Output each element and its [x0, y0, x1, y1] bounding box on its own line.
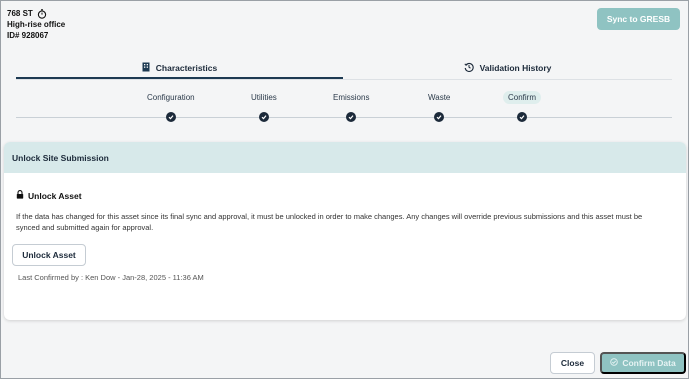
- tab-label: Characteristics: [155, 63, 218, 73]
- step-label: Configuration: [147, 93, 195, 102]
- sync-to-gresb-button[interactable]: Sync to GRESB: [597, 8, 680, 30]
- check-icon: [434, 112, 445, 122]
- asset-type: High-rise office: [7, 20, 66, 29]
- tab-bar: Characteristics Validation History: [16, 57, 672, 81]
- check-icon: [517, 112, 527, 122]
- step-confirm[interactable]: Confirm: [503, 91, 542, 122]
- stopwatch-icon: [37, 8, 47, 19]
- tab-validation-history[interactable]: Validation History: [343, 57, 672, 79]
- tab-label: Validation History: [479, 63, 552, 73]
- close-button[interactable]: Close: [550, 352, 595, 374]
- asset-info: 768 ST High-rise office ID# 928067: [7, 8, 65, 41]
- step-label: Waste: [428, 93, 451, 102]
- building-icon: [142, 62, 150, 74]
- check-icon: [258, 112, 269, 122]
- asset-id: ID# 928067: [7, 31, 49, 40]
- panel-title: Unlock Site Submission: [4, 142, 686, 173]
- check-icon: [346, 112, 357, 122]
- progress-stepper: Configuration Utilities Emissions Waste …: [1, 91, 689, 127]
- app-window: 768 ST High-rise office ID# 928067 Sync …: [0, 0, 689, 379]
- asset-header: 768 ST High-rise office ID# 928067 Sync …: [2, 2, 688, 40]
- step-waste[interactable]: Waste: [423, 91, 455, 122]
- unlock-asset-button[interactable]: Unlock Asset: [12, 244, 86, 266]
- asset-number: 768 ST: [7, 9, 33, 18]
- tab-divider: [16, 79, 672, 80]
- step-label: Emissions: [333, 93, 370, 102]
- lock-icon: [16, 190, 24, 201]
- confirm-data-button[interactable]: Confirm Data: [600, 352, 686, 374]
- unlock-heading-text: Unlock Asset: [28, 190, 82, 201]
- step-label: Utilities: [251, 93, 277, 102]
- history-icon: [464, 62, 474, 74]
- unlock-panel: Unlock Site Submission Unlock Asset If t…: [4, 142, 686, 320]
- check-icon: [165, 112, 176, 122]
- step-label: Confirm: [503, 91, 542, 104]
- step-emissions[interactable]: Emissions: [328, 91, 374, 122]
- last-confirmed-text: Last Confirmed by : Ken Dow - Jan-28, 20…: [18, 273, 204, 282]
- check-circle-icon: [610, 358, 619, 368]
- unlock-description: If the data has changed for this asset s…: [16, 212, 643, 232]
- unlock-heading: Unlock Asset: [16, 190, 82, 201]
- step-utilities[interactable]: Utilities: [246, 91, 282, 122]
- tab-characteristics[interactable]: Characteristics: [16, 57, 343, 79]
- confirm-data-label: Confirm Data: [622, 358, 676, 368]
- step-configuration[interactable]: Configuration: [142, 91, 200, 122]
